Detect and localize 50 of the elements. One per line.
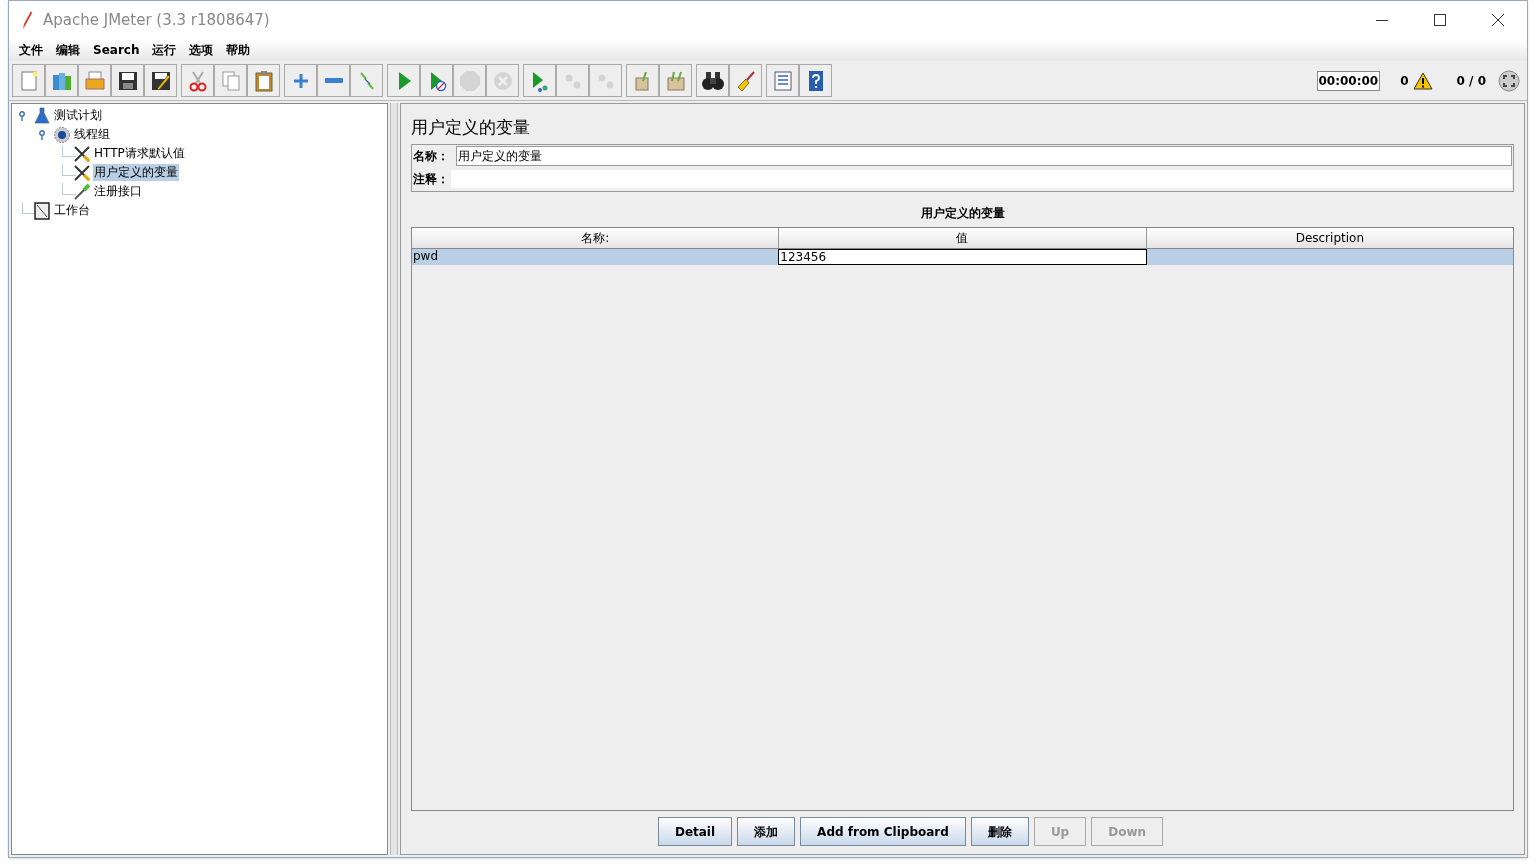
- maximize-icon: [1434, 14, 1446, 26]
- tree-node[interactable]: 工作台: [53, 202, 91, 219]
- column-header[interactable]: 值: [778, 228, 1146, 248]
- dropper-icon: [73, 182, 91, 201]
- table-cell-text: pwd: [412, 249, 440, 265]
- wrench-screwdriver-icon: [73, 144, 91, 163]
- minus-icon: [324, 78, 343, 83]
- action-button[interactable]: Detail: [657, 817, 733, 846]
- stop-sign-icon: [457, 68, 482, 93]
- toolbar-button[interactable]: [111, 64, 144, 97]
- folder-icon: [82, 68, 107, 93]
- flask-icon: [33, 106, 51, 125]
- minimize-icon: [1376, 19, 1388, 21]
- tree-node[interactable]: 测试计划: [53, 107, 103, 124]
- elapsed-time: 00:00:00: [1316, 70, 1381, 91]
- thread-count: 0 / 0: [1456, 72, 1486, 90]
- column-header[interactable]: 名称:: [412, 228, 779, 248]
- menu-item[interactable]: 编辑: [50, 41, 86, 59]
- error-count: 0: [1400, 72, 1409, 90]
- tree-node[interactable]: 用户定义的变量: [93, 164, 179, 181]
- column-header[interactable]: Description: [1145, 228, 1513, 248]
- wrench-screwdriver-icon: [73, 163, 91, 182]
- table-row[interactable]: pwd 123456: [412, 249, 1513, 265]
- menu-item[interactable]: 运行: [146, 41, 183, 59]
- menu-item[interactable]: Search: [87, 41, 146, 59]
- tree-node[interactable]: 注册接口: [93, 183, 143, 200]
- action-button[interactable]: Add from Clipboard: [800, 817, 966, 846]
- cell-editor[interactable]: 123456: [778, 249, 1147, 265]
- close-icon: [1492, 14, 1504, 26]
- clipboard-page-icon: [33, 201, 51, 220]
- action-button[interactable]: 删除: [970, 817, 1029, 846]
- field-label: 注释：: [412, 171, 450, 188]
- field-label: 名称：: [412, 148, 450, 165]
- comment-field[interactable]: [451, 170, 1512, 188]
- action-button[interactable]: 添加: [737, 817, 796, 846]
- gear-icon: [53, 125, 71, 144]
- toolbar-button[interactable]: [696, 64, 729, 97]
- toolbar-button[interactable]: [144, 64, 177, 97]
- panel-title: 用户定义的变量: [411, 116, 531, 138]
- tree-node[interactable]: 线程组: [73, 126, 111, 143]
- window-title: Apache JMeter (3.3 r1808647): [43, 9, 270, 31]
- name-field[interactable]: 用户定义的变量: [456, 146, 1512, 166]
- feather-icon: [21, 10, 33, 30]
- table-title: 用户定义的变量: [919, 205, 1006, 222]
- remote-status-icon: [1498, 69, 1520, 92]
- menu-item[interactable]: 帮助: [220, 41, 257, 59]
- tree-node[interactable]: HTTP请求默认值: [93, 145, 186, 162]
- menu-item[interactable]: 文件: [13, 41, 49, 59]
- warning-icon: [1412, 71, 1433, 90]
- menu-item[interactable]: 选项: [183, 41, 220, 59]
